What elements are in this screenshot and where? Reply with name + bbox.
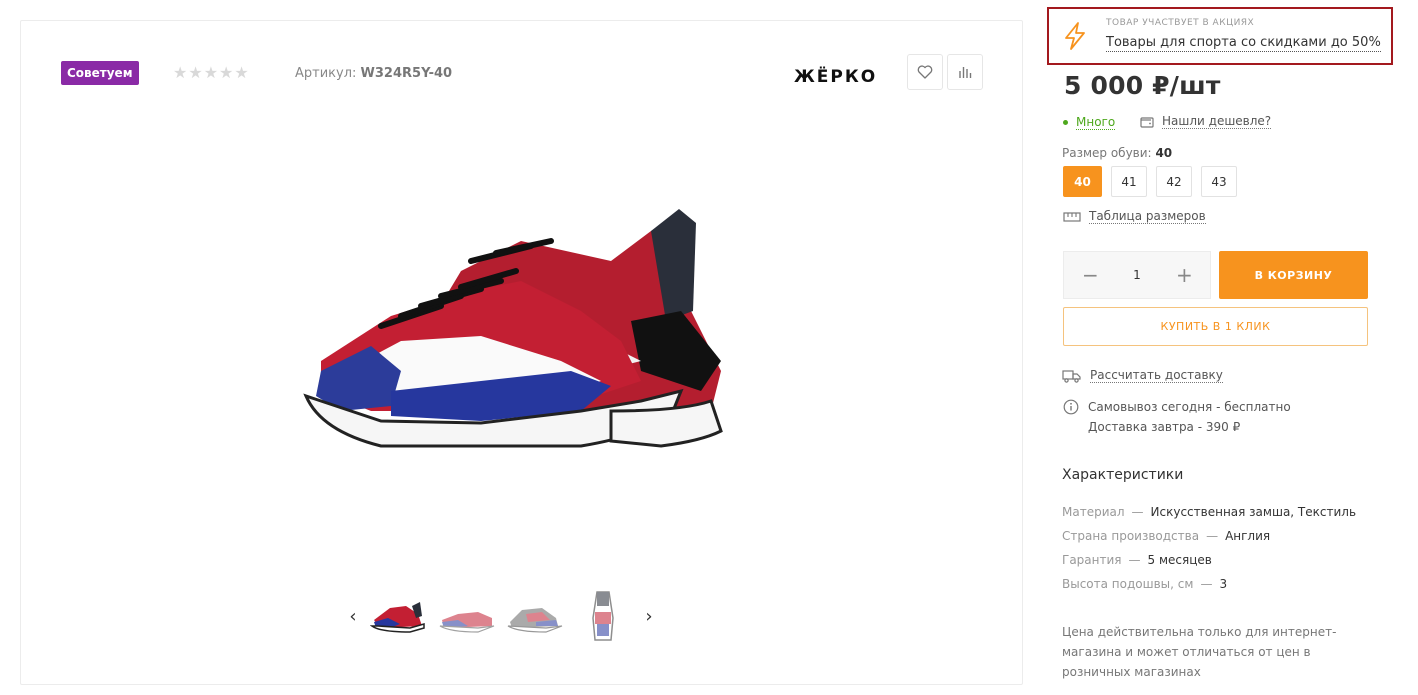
thumbnail-strip: ‹ › <box>341 581 661 651</box>
size-selected-value: 40 <box>1155 146 1173 160</box>
promo-banner[interactable]: ТОВАР УЧАСТВУЕТ В АКЦИЯХ Товары для спор… <box>1047 7 1393 65</box>
characteristic-row: Высота подошвы, см — 3 <box>1062 572 1356 596</box>
delivery-info-text: Самовывоз сегодня - бесплатно Доставка з… <box>1088 397 1291 437</box>
characteristic-separator: — <box>1200 577 1213 591</box>
product-price: 5 000 ₽/шт <box>1064 71 1221 100</box>
size-option-41[interactable]: 41 <box>1111 166 1147 197</box>
stock-dot <box>1063 120 1068 125</box>
pickup-text: Самовывоз сегодня - бесплатно <box>1088 400 1291 414</box>
wallet-icon <box>1140 116 1154 128</box>
size-label: Размер обуви: 40 <box>1062 146 1172 160</box>
characteristics-title: Характеристики <box>1062 467 1184 483</box>
thumbnail-2[interactable] <box>437 586 497 646</box>
article-label: Артикул: <box>295 66 357 81</box>
characteristic-value: Искусственная замша, Текстиль <box>1150 505 1357 519</box>
buy-one-click-button[interactable]: Купить в 1 клик <box>1063 307 1368 346</box>
brand-logo[interactable]: ЖЁРКО <box>794 67 877 87</box>
characteristic-value: 5 месяцев <box>1147 553 1212 567</box>
size-options: 40 41 42 43 <box>1063 166 1246 197</box>
characteristic-row: Материал — Искусственная замша, Текстиль <box>1062 500 1356 524</box>
thumbnail-3[interactable] <box>505 586 565 646</box>
qty-plus-button[interactable]: + <box>1176 263 1193 287</box>
article-number: Артикул: W324R5Y-40 <box>295 66 452 81</box>
delivery-tomorrow-text: Доставка завтра - 390 ₽ <box>1088 420 1241 434</box>
size-table-label[interactable]: Таблица размеров <box>1089 209 1206 224</box>
stock-label[interactable]: Много <box>1076 115 1116 130</box>
delivery-info: Самовывоз сегодня - бесплатно Доставка з… <box>1063 397 1291 437</box>
main-product-image[interactable] <box>281 111 751 561</box>
characteristics-list: Материал — Искусственная замша, Текстиль С… <box>1062 500 1356 596</box>
heart-icon <box>917 65 933 79</box>
stock-status: Много <box>1063 115 1116 130</box>
found-cheaper-link[interactable]: Нашли дешевле? <box>1140 114 1272 129</box>
product-gallery: Советуем ★★★★★ Артикул: W324R5Y-40 ЖЁРКО <box>20 20 1023 685</box>
characteristic-separator: — <box>1128 553 1141 567</box>
ruler-icon <box>1063 211 1081 222</box>
characteristic-key: Высота подошвы, см <box>1062 577 1194 591</box>
calculate-delivery-link[interactable]: Рассчитать доставку <box>1062 368 1223 383</box>
qty-value[interactable]: 1 <box>1133 268 1141 282</box>
thumbnail-image <box>507 608 563 633</box>
chevron-right-icon[interactable]: › <box>637 604 661 628</box>
quantity-stepper: − 1 + <box>1063 251 1211 299</box>
characteristic-value: 3 <box>1219 577 1228 591</box>
thumbnail-1[interactable] <box>369 586 429 646</box>
truck-icon <box>1062 369 1081 383</box>
pickup-row: Самовывоз сегодня - бесплатно Доставка з… <box>1063 397 1291 437</box>
info-icon <box>1063 399 1079 415</box>
characteristic-row: Страна производства — Англия <box>1062 524 1356 548</box>
add-to-cart-button[interactable]: В корзину <box>1219 251 1368 299</box>
characteristic-separator: — <box>1131 505 1144 519</box>
size-label-text: Размер обуви: <box>1062 146 1152 160</box>
compare-icon <box>959 67 972 78</box>
characteristic-value: Англия <box>1225 529 1271 543</box>
favorite-button[interactable] <box>907 54 943 90</box>
characteristic-key: Гарантия <box>1062 553 1122 567</box>
qty-minus-button[interactable]: − <box>1082 263 1099 287</box>
found-cheaper-label[interactable]: Нашли дешевле? <box>1162 114 1272 129</box>
size-option-43[interactable]: 43 <box>1201 166 1237 197</box>
characteristic-key: Страна производства <box>1062 529 1200 543</box>
recommend-badge: Советуем <box>61 61 139 85</box>
price-disclaimer: Цена действительна только для интернет-м… <box>1062 625 1337 679</box>
characteristic-row: Гарантия — 5 месяцев <box>1062 548 1356 572</box>
thumbnail-image <box>370 602 425 633</box>
thumbnail-4[interactable] <box>573 586 633 646</box>
rating-stars[interactable]: ★★★★★ <box>173 63 250 82</box>
characteristic-key: Материал <box>1062 505 1125 519</box>
compare-button[interactable] <box>947 54 983 90</box>
thumbnail-image <box>592 591 614 641</box>
promo-kicker: ТОВАР УЧАСТВУЕТ В АКЦИЯХ <box>1106 18 1255 28</box>
characteristic-separator: — <box>1206 529 1219 543</box>
promo-link[interactable]: Товары для спорта со скидками до 50% <box>1106 35 1381 52</box>
article-value: W324R5Y-40 <box>360 66 453 81</box>
size-option-42[interactable]: 42 <box>1156 166 1192 197</box>
size-table-link[interactable]: Таблица размеров <box>1063 209 1206 224</box>
size-option-40[interactable]: 40 <box>1063 166 1102 197</box>
chevron-left-icon[interactable]: ‹ <box>341 604 365 628</box>
thumbnail-image <box>439 612 495 633</box>
calculate-delivery-label[interactable]: Рассчитать доставку <box>1090 368 1223 383</box>
lightning-icon <box>1065 22 1085 50</box>
sneaker-image <box>303 209 723 448</box>
